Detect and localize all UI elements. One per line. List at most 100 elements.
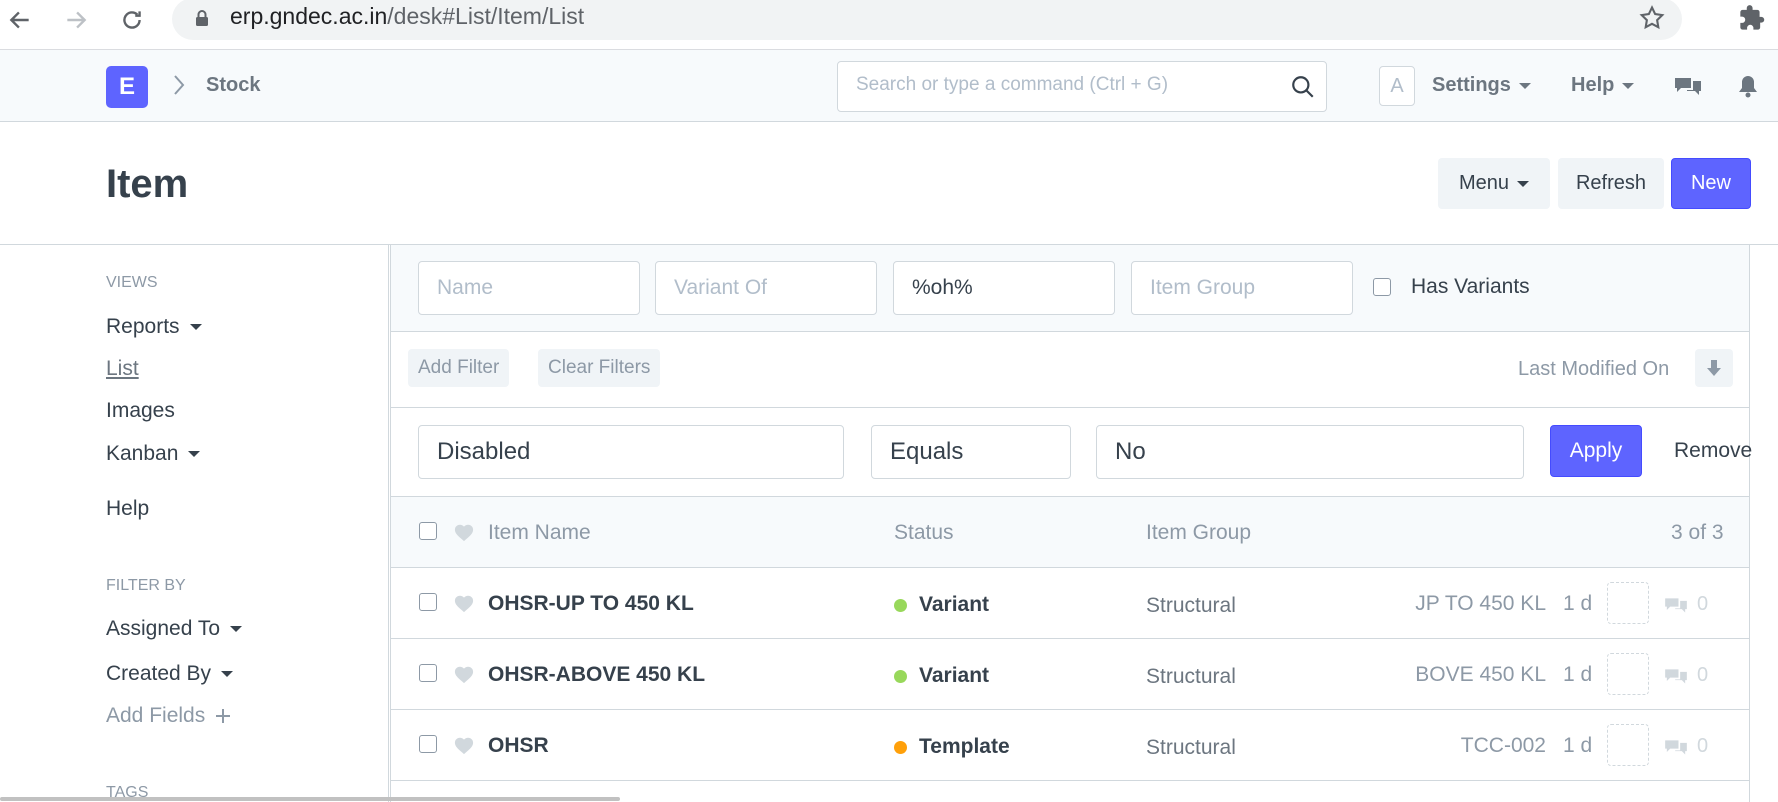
reload-icon[interactable]	[116, 4, 148, 36]
row-checkbox[interactable]	[419, 664, 437, 682]
sort-selector[interactable]: Last Modified On	[1518, 358, 1669, 381]
table-row[interactable]: OHSR-UP TO 450 KL Variant Structural JP …	[391, 568, 1749, 639]
sidebar-item-created-by[interactable]: Created By	[106, 662, 234, 686]
caret-down-icon	[188, 451, 201, 457]
chat-icon[interactable]	[1673, 74, 1703, 98]
extensions-icon[interactable]	[1738, 4, 1766, 32]
heart-icon[interactable]	[453, 522, 475, 542]
item-name-link[interactable]: OHSR-ABOVE 450 KL	[488, 663, 705, 687]
caret-down-icon	[221, 671, 234, 677]
list-sidebar: VIEWS Reports List Images Kanban Help FI…	[0, 245, 389, 802]
select-all-checkbox[interactable]	[419, 522, 437, 540]
has-variants-checkbox[interactable]	[1373, 278, 1391, 296]
add-filter-button[interactable]: Add Filter	[408, 349, 510, 387]
heart-icon[interactable]	[453, 664, 475, 684]
item-name-link[interactable]: OHSR	[488, 734, 549, 758]
list-label: List	[106, 357, 139, 380]
status-label: Template	[919, 735, 1010, 758]
clear-filters-button[interactable]: Clear Filters	[538, 349, 661, 387]
forward-icon[interactable]	[60, 4, 92, 36]
refresh-button[interactable]: Refresh	[1558, 158, 1664, 209]
item-id: BOVE 450 KL	[1415, 663, 1546, 686]
comment-count-value: 0	[1697, 593, 1709, 615]
filter-operator-select[interactable]: Equals	[871, 425, 1071, 479]
has-variants-filter[interactable]: Has Variants	[1373, 275, 1530, 299]
item-group-value: Structural	[1146, 665, 1236, 688]
breadcrumb-stock[interactable]: Stock	[206, 74, 260, 97]
back-icon[interactable]	[4, 4, 36, 36]
row-checkbox[interactable]	[419, 735, 437, 753]
table-row[interactable]: OHSR-ABOVE 450 KL Variant Structural BOV…	[391, 639, 1749, 710]
sidebar-item-assigned-to[interactable]: Assigned To	[106, 617, 243, 641]
add-fields-link[interactable]: Add Fields	[106, 704, 231, 728]
list-panel: Has Variants Add Filter Clear Filters La…	[390, 245, 1752, 802]
column-status: Status	[894, 521, 954, 544]
assign-avatar-placeholder[interactable]	[1607, 653, 1649, 695]
address-bar[interactable]: erp.gndec.ac.in/desk#List/Item/List	[172, 0, 1682, 40]
sort-order-button[interactable]	[1695, 349, 1733, 387]
item-name-link[interactable]: OHSR-UP TO 450 KL	[488, 592, 694, 616]
caret-down-icon	[1517, 180, 1530, 187]
assign-avatar-placeholder[interactable]	[1607, 724, 1649, 766]
item-group-value: Structural	[1146, 736, 1236, 759]
filter-value-input[interactable]: No	[1096, 425, 1524, 479]
awesome-bar[interactable]	[837, 61, 1327, 112]
url-text: erp.gndec.ac.in/desk#List/Item/List	[230, 3, 584, 30]
status-dot	[894, 598, 907, 612]
url-domain: erp.gndec.ac.in	[230, 3, 388, 29]
search-input[interactable]	[856, 74, 1276, 96]
list-header: Item Name Status Item Group 3 of 3	[391, 497, 1749, 568]
table-row[interactable]: OHSR Template Structural TCC-002 1 d 0	[391, 710, 1749, 781]
caret-down-icon	[230, 626, 243, 632]
page-title: Item	[106, 162, 189, 206]
settings-dropdown[interactable]: Settings	[1432, 74, 1531, 97]
images-label: Images	[106, 399, 175, 422]
heart-icon[interactable]	[453, 593, 475, 613]
comment-count: 0	[1663, 593, 1708, 616]
sidebar-item-images[interactable]: Images	[106, 399, 175, 423]
new-button[interactable]: New	[1671, 158, 1751, 209]
arrow-down-icon	[1707, 360, 1721, 376]
filter-field-select[interactable]: Disabled	[418, 425, 844, 479]
row-checkbox[interactable]	[419, 593, 437, 611]
filter-by-heading: FILTER BY	[106, 577, 186, 594]
menu-button[interactable]: Menu	[1438, 158, 1550, 209]
settings-label: Settings	[1432, 74, 1511, 96]
heart-icon[interactable]	[453, 735, 475, 755]
comment-icon	[1665, 739, 1687, 754]
page-head: Item Menu Refresh New	[0, 122, 1778, 245]
status-indicator: Variant	[894, 664, 989, 688]
plus-icon	[216, 709, 231, 723]
kanban-label: Kanban	[106, 442, 179, 465]
lock-icon	[196, 10, 208, 26]
apply-filter-button[interactable]: Apply	[1550, 425, 1642, 477]
item-group-filter-input[interactable]	[1131, 261, 1353, 315]
remove-filter-link[interactable]: Remove	[1674, 439, 1752, 463]
app-logo[interactable]: E	[106, 66, 148, 108]
comment-count: 0	[1663, 735, 1708, 758]
sidebar-item-reports[interactable]: Reports	[106, 315, 202, 339]
url-path: /desk#List/Item/List	[387, 3, 585, 29]
assigned-to-label: Assigned To	[106, 617, 221, 640]
name-filter-input[interactable]	[418, 261, 640, 315]
help-label: Help	[106, 497, 150, 520]
search-icon[interactable]	[1290, 74, 1316, 100]
item-name-filter-input[interactable]	[893, 261, 1115, 315]
bookmark-star-icon[interactable]	[1638, 4, 1666, 32]
assign-avatar-placeholder[interactable]	[1607, 582, 1649, 624]
has-variants-label: Has Variants	[1411, 275, 1530, 298]
status-dot	[894, 669, 907, 683]
sidebar-item-help[interactable]: Help	[106, 497, 149, 521]
help-dropdown[interactable]: Help	[1571, 74, 1635, 97]
item-id: JP TO 450 KL	[1415, 592, 1546, 615]
comment-count-value: 0	[1697, 664, 1709, 686]
horizontal-scrollbar[interactable]	[0, 797, 620, 801]
notification-bell-icon[interactable]	[1737, 74, 1759, 98]
standard-filters: Has Variants	[391, 245, 1749, 332]
column-item-name: Item Name	[488, 521, 591, 544]
variant-of-filter-input[interactable]	[655, 261, 877, 315]
user-avatar[interactable]: A	[1379, 66, 1415, 106]
sidebar-item-list[interactable]: List	[106, 357, 139, 381]
status-indicator: Template	[894, 735, 1010, 759]
sidebar-item-kanban[interactable]: Kanban	[106, 442, 201, 466]
